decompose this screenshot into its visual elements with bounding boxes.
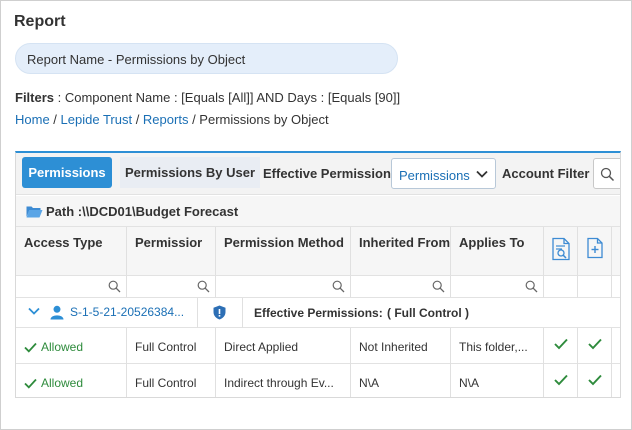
effective-permission-label: Effective Permission :	[263, 166, 399, 181]
cell-permission-method: Direct Applied	[216, 328, 351, 364]
column-header-applies-to[interactable]: Applies To	[451, 227, 544, 276]
cell-access-type: Allowed	[16, 364, 127, 397]
check-icon	[587, 338, 602, 350]
breadcrumb-reports-link[interactable]: Reports	[143, 112, 189, 127]
group-row[interactable]: S-1-5-21-20526384... Effective Permissio…	[16, 298, 620, 328]
cell-check	[544, 328, 578, 364]
column-header-permission[interactable]: Permissior	[127, 227, 216, 276]
check-icon	[553, 374, 568, 386]
cell-inherited-from: Not Inherited	[351, 328, 451, 364]
tab-permissions[interactable]: Permissions	[22, 157, 112, 188]
breadcrumb-home-link[interactable]: Home	[15, 112, 50, 127]
search-icon	[432, 280, 445, 293]
search-icon	[525, 280, 538, 293]
search-icon	[332, 280, 345, 293]
breadcrumb: Home / Lepide Trust / Reports / Permissi…	[15, 112, 329, 127]
cell-permission: Full Control	[127, 364, 216, 397]
search-icon	[600, 167, 615, 182]
group-effective-value: ( Full Control )	[387, 306, 469, 320]
divider	[197, 298, 198, 328]
path-text: Path :\\DCD01\Budget Forecast	[46, 204, 239, 219]
chevron-down-icon	[476, 170, 488, 178]
cell-access-type: Allowed	[16, 328, 127, 364]
divider	[242, 298, 243, 328]
table-row[interactable]: Allowed Full Control Indirect through Ev…	[16, 364, 620, 397]
column-filter-permission-method[interactable]	[216, 276, 351, 298]
column-filter-empty	[578, 276, 612, 298]
filters-label: Filters	[15, 90, 55, 105]
cell-applies-to: This folder,...	[451, 328, 544, 364]
user-icon	[50, 305, 64, 320]
column-filter-permission[interactable]	[127, 276, 216, 298]
check-icon	[24, 378, 37, 389]
effective-permission-value: Permissions	[399, 168, 470, 183]
column-filter-applies-to[interactable]	[451, 276, 544, 298]
breadcrumb-lepide-trust-link[interactable]: Lepide Trust	[61, 112, 133, 127]
page-title: Report	[14, 13, 66, 30]
chevron-down-icon[interactable]	[27, 304, 41, 318]
path-row: Path :\\DCD01\Budget Forecast	[16, 196, 620, 227]
access-type-value: Allowed	[41, 376, 84, 390]
check-icon	[24, 342, 37, 353]
breadcrumb-separator: /	[132, 112, 143, 127]
document-search-icon	[552, 237, 570, 261]
breadcrumb-separator: /	[188, 112, 200, 127]
tab-permissions-by-user[interactable]: Permissions By User	[120, 157, 260, 188]
filters-line: Filters : Component Name : [Equals [All]…	[15, 90, 400, 105]
cell-permission: Full Control	[127, 328, 216, 364]
breadcrumb-current: Permissions by Object	[199, 112, 329, 127]
cell-check	[578, 328, 612, 364]
folder-open-icon	[26, 206, 43, 218]
column-header-access-type[interactable]: Access Type	[16, 227, 127, 276]
access-type-value: Allowed	[41, 340, 84, 354]
column-header-permission-method[interactable]: Permission Method	[216, 227, 351, 276]
search-icon	[197, 280, 210, 293]
check-icon	[587, 374, 602, 386]
panel-toolbar: Permissions Permissions By User Effectiv…	[16, 153, 620, 195]
column-filter-empty	[544, 276, 578, 298]
report-name-pill: Report Name - Permissions by Object	[15, 43, 398, 74]
group-effective-label: Effective Permissions:	[254, 306, 383, 320]
permissions-panel: Permissions Permissions By User Effectiv…	[15, 151, 621, 398]
cell-permission-method: Indirect through Ev...	[216, 364, 351, 397]
search-icon	[108, 280, 121, 293]
filters-text: : Component Name : [Equals [All]] AND Da…	[54, 90, 401, 105]
cell-check	[578, 364, 612, 397]
shield-icon	[213, 305, 226, 320]
table-row[interactable]: Allowed Full Control Direct Applied Not …	[16, 328, 620, 364]
column-header-inherited-from[interactable]: Inherited From	[351, 227, 451, 276]
group-sid[interactable]: S-1-5-21-20526384...	[70, 305, 184, 319]
cell-inherited-from: N\A	[351, 364, 451, 397]
column-filter-inherited-from[interactable]	[351, 276, 451, 298]
effective-permission-select[interactable]: Permissions	[391, 158, 496, 189]
document-add-icon	[587, 237, 603, 259]
column-header-report-view[interactable]	[544, 227, 578, 276]
check-icon	[553, 338, 568, 350]
column-header-add[interactable]	[578, 227, 612, 276]
cell-applies-to: N\A	[451, 364, 544, 397]
breadcrumb-separator: /	[49, 112, 61, 127]
account-filter-input[interactable]	[593, 158, 620, 189]
account-filter-label: Account Filter :	[502, 166, 598, 181]
cell-check	[544, 364, 578, 397]
column-filter-empty	[612, 276, 620, 298]
column-header-spacer	[612, 227, 620, 276]
column-filter-access-type[interactable]	[16, 276, 127, 298]
